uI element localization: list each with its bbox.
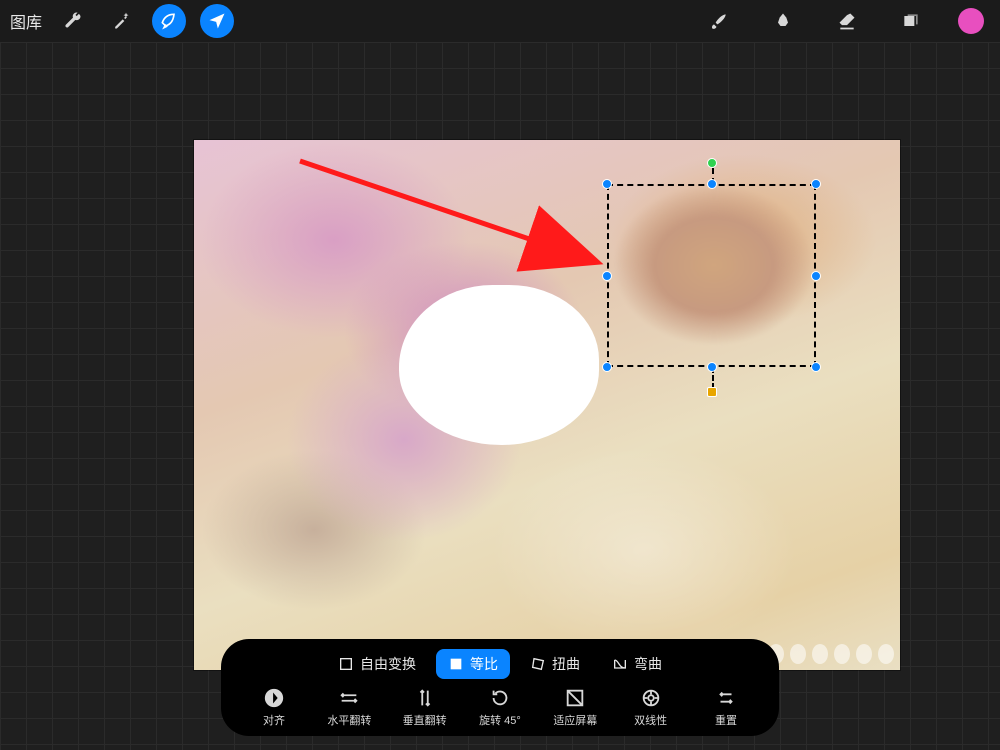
resize-handle-se[interactable]: [811, 362, 821, 372]
action-label: 旋转 45°: [479, 712, 521, 728]
top-toolbar: 图库: [0, 0, 1000, 42]
action-rotate45-button[interactable]: 旋转 45°: [465, 687, 535, 728]
action-label: 重置: [715, 712, 737, 728]
action-label: 适应屏幕: [553, 712, 597, 728]
wrench-icon[interactable]: [56, 4, 90, 38]
select-tool-icon[interactable]: [152, 4, 186, 38]
eraser-icon[interactable]: [830, 4, 864, 38]
mode-label: 扭曲: [552, 654, 580, 674]
transform-mode-row: 自由变换 等比 扭曲 弯曲: [235, 649, 765, 679]
action-snap-button[interactable]: 对齐: [239, 687, 309, 728]
top-left-group: 图库: [10, 4, 234, 38]
white-blob: [399, 285, 599, 445]
action-flip-h-button[interactable]: 水平翻转: [314, 687, 384, 728]
resize-handle-nw[interactable]: [602, 179, 612, 189]
mode-freeform-button[interactable]: 自由变换: [326, 649, 428, 679]
mode-label: 等比: [470, 654, 498, 674]
shear-handle[interactable]: [707, 387, 717, 397]
resize-handle-s[interactable]: [707, 362, 717, 372]
mode-uniform-button[interactable]: 等比: [436, 649, 510, 679]
wand-icon[interactable]: [104, 4, 138, 38]
layers-icon[interactable]: [894, 4, 928, 38]
mode-distort-button[interactable]: 扭曲: [518, 649, 592, 679]
canvas-edge-decor: [768, 644, 894, 664]
selection-bounding-box[interactable]: [607, 184, 816, 367]
transform-panel: 自由变换 等比 扭曲 弯曲 对齐 水平翻转 垂直翻转 旋转 45°: [221, 639, 779, 736]
action-reset-button[interactable]: 重置: [691, 687, 761, 728]
rotate-handle[interactable]: [707, 158, 717, 168]
resize-handle-n[interactable]: [707, 179, 717, 189]
action-label: 对齐: [263, 712, 285, 728]
color-swatch[interactable]: [958, 8, 984, 34]
action-label: 双线性: [634, 712, 667, 728]
mode-label: 弯曲: [634, 654, 662, 674]
resize-handle-ne[interactable]: [811, 179, 821, 189]
resize-handle-w[interactable]: [602, 271, 612, 281]
move-tool-icon[interactable]: [200, 4, 234, 38]
action-bilinear-button[interactable]: 双线性: [616, 687, 686, 728]
brush-icon[interactable]: [702, 4, 736, 38]
transform-action-row: 对齐 水平翻转 垂直翻转 旋转 45° 适应屏幕 双线性 重置: [235, 687, 765, 728]
action-label: 水平翻转: [327, 712, 371, 728]
top-right-group: [702, 4, 984, 38]
selection-border: [607, 184, 816, 367]
action-label: 垂直翻转: [403, 712, 447, 728]
gallery-button[interactable]: 图库: [10, 9, 42, 33]
smudge-icon[interactable]: [766, 4, 800, 38]
mode-warp-button[interactable]: 弯曲: [600, 649, 674, 679]
mode-label: 自由变换: [360, 654, 416, 674]
action-fit-button[interactable]: 适应屏幕: [540, 687, 610, 728]
resize-handle-e[interactable]: [811, 271, 821, 281]
resize-handle-sw[interactable]: [602, 362, 612, 372]
action-flip-v-button[interactable]: 垂直翻转: [390, 687, 460, 728]
